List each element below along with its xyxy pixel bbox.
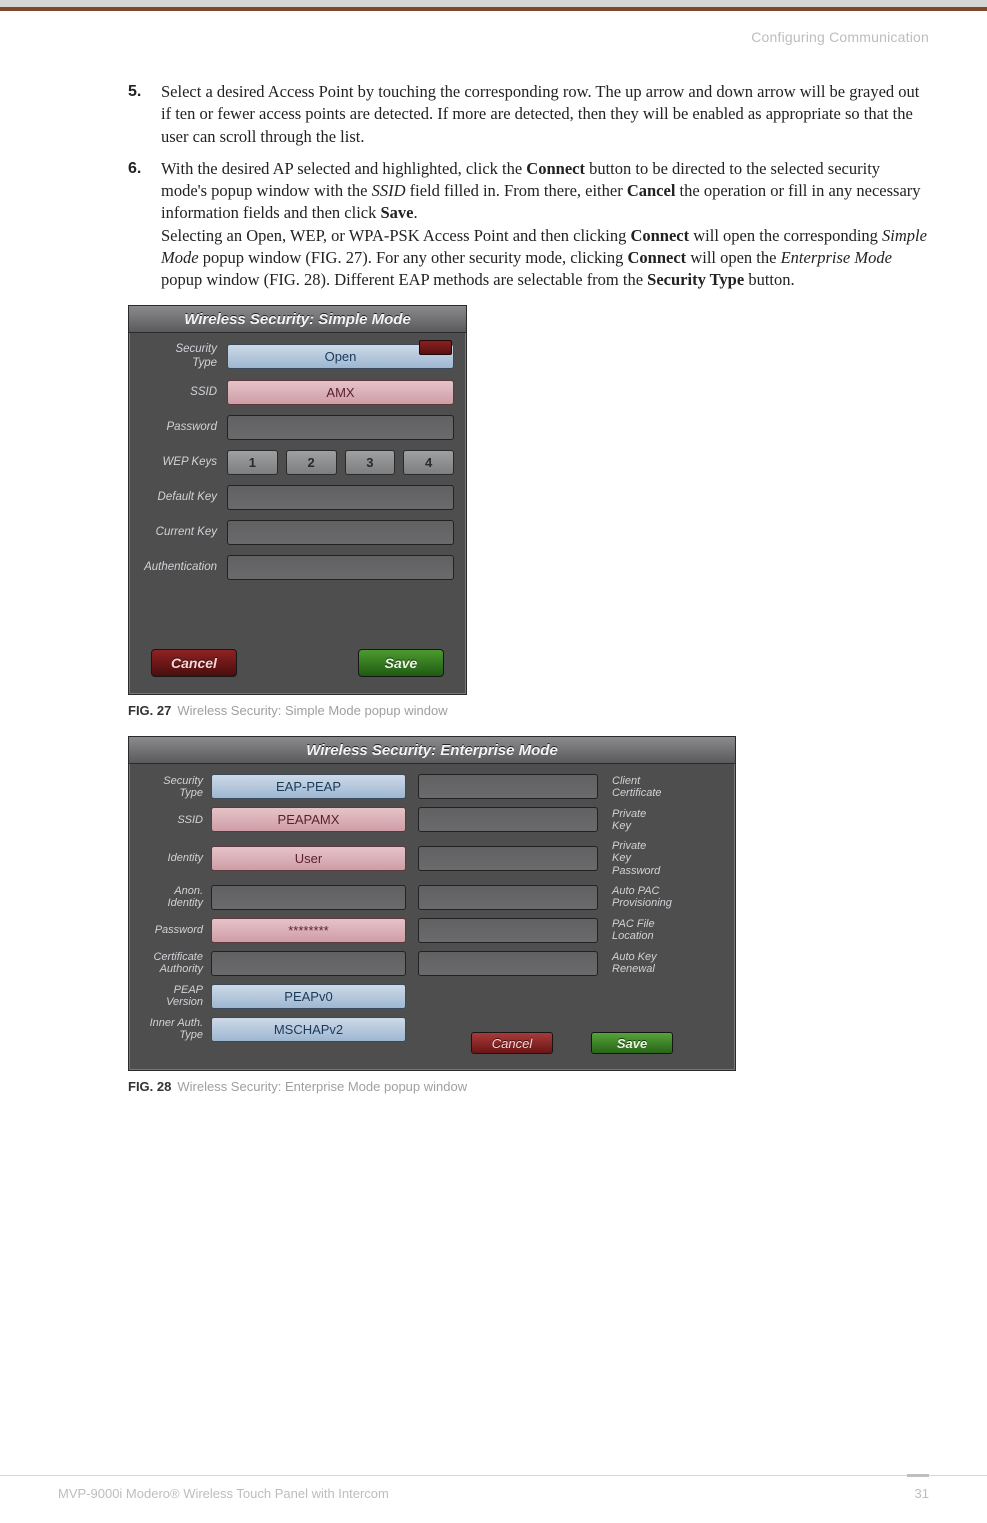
auto-pac-label: Auto PAC Provisioning [606, 885, 723, 909]
security-type-word: Security Type [647, 270, 744, 289]
default-key-field[interactable] [227, 485, 454, 510]
ssid-field[interactable]: AMX [227, 380, 454, 405]
wep-key-row: 1 2 3 4 [227, 450, 454, 475]
close-indicator[interactable] [419, 340, 452, 355]
page-content: Configuring Communication Select a desir… [0, 11, 987, 1094]
ent-ssid-field[interactable]: PEAPAMX [211, 807, 406, 832]
step-6-text-e: . [413, 203, 417, 222]
connect-word: Connect [526, 159, 585, 178]
cert-authority-field[interactable] [211, 951, 406, 976]
wep-key-2[interactable]: 2 [286, 450, 337, 475]
inner-auth-label: Inner Auth. Type [139, 1017, 211, 1041]
step-6-text-k: button. [744, 270, 794, 289]
step-5-text: Select a desired Access Point by touchin… [161, 82, 919, 146]
enterprise-mode-grid: Security Type EAP-PEAP Client Certificat… [129, 764, 735, 1041]
figure-28-caption-text: Wireless Security: Enterprise Mode popup… [177, 1079, 467, 1094]
simple-mode-panel: Wireless Security: Simple Mode Security … [128, 305, 467, 695]
enterprise-mode-buttons: Cancel Save [471, 1032, 673, 1054]
enterprise-mode-title: Wireless Security: Enterprise Mode [129, 737, 735, 764]
simple-mode-body: Security Type Open SSID AMX Password WEP… [129, 333, 466, 579]
ssid-label: SSID [141, 386, 227, 399]
figure-27-tag: FIG. 27 [128, 703, 171, 718]
cert-authority-label: Certificate Authority [139, 951, 211, 975]
simple-mode-title: Wireless Security: Simple Mode [129, 306, 466, 333]
auto-key-renewal-label: Auto Key Renewal [606, 951, 723, 975]
client-certificate-label: Client Certificate [606, 775, 723, 799]
ent-password-field[interactable]: ******** [211, 918, 406, 943]
private-key-field[interactable] [418, 807, 598, 832]
step-6-text-f: Selecting an Open, WEP, or WPA-PSK Acces… [161, 226, 630, 245]
ent-cancel-button[interactable]: Cancel [471, 1032, 553, 1054]
inner-auth-field[interactable]: MSCHAPv2 [211, 1017, 406, 1042]
pac-file-label: PAC File Location [606, 918, 723, 942]
password-label: Password [141, 421, 227, 434]
simple-mode-buttons: Cancel Save [129, 649, 466, 677]
connect-word-3: Connect [628, 248, 687, 267]
auto-key-renewal-field[interactable] [418, 951, 598, 976]
identity-field[interactable]: User [211, 846, 406, 871]
step-6-text-a: With the desired AP selected and highlig… [161, 159, 526, 178]
enterprise-mode-word: Enterprise Mode [781, 248, 892, 267]
ent-password-label: Password [139, 924, 211, 936]
instruction-list: Select a desired Access Point by touchin… [58, 81, 929, 291]
wep-keys-label: WEP Keys [141, 456, 227, 469]
private-key-label: Private Key [606, 808, 723, 832]
peap-version-label: PEAP Version [139, 984, 211, 1008]
step-6-text-c: field filled in. From there, either [406, 181, 627, 200]
ssid-word: SSID [372, 181, 406, 200]
identity-label: Identity [139, 852, 211, 864]
private-key-password-field[interactable] [418, 846, 598, 871]
figure-28-caption: FIG. 28 Wireless Security: Enterprise Mod… [128, 1079, 929, 1094]
current-key-field[interactable] [227, 520, 454, 545]
save-word: Save [380, 203, 413, 222]
page-top-rule [0, 0, 987, 11]
footer-left: MVP-9000i Modero® Wireless Touch Panel w… [58, 1486, 389, 1501]
auto-pac-field[interactable] [418, 885, 598, 910]
ent-ssid-label: SSID [139, 814, 211, 826]
page-number: 31 [915, 1486, 929, 1501]
ent-save-button[interactable]: Save [591, 1032, 673, 1054]
default-key-label: Default Key [141, 491, 227, 504]
private-key-password-label: Private Key Password [606, 840, 723, 876]
section-heading: Configuring Communication [58, 29, 929, 45]
step-6-text-j: popup window (FIG. 28). Different EAP me… [161, 270, 647, 289]
ent-security-type-field[interactable]: EAP-PEAP [211, 774, 406, 799]
figure-28-tag: FIG. 28 [128, 1079, 171, 1094]
enterprise-mode-panel: Wireless Security: Enterprise Mode Secur… [128, 736, 736, 1071]
figure-27-caption-text: Wireless Security: Simple Mode popup win… [177, 703, 447, 718]
figure-27-caption: FIG. 27 Wireless Security: Simple Mode po… [128, 703, 929, 718]
step-6: With the desired AP selected and highlig… [128, 158, 929, 292]
cancel-button[interactable]: Cancel [151, 649, 237, 677]
step-6-text-g: will open the corresponding [689, 226, 882, 245]
connect-word-2: Connect [630, 226, 689, 245]
current-key-label: Current Key [141, 526, 227, 539]
figure-28: Wireless Security: Enterprise Mode Secur… [128, 736, 929, 1094]
authentication-label: Authentication [141, 561, 227, 574]
wep-key-1[interactable]: 1 [227, 450, 278, 475]
step-5: Select a desired Access Point by touchin… [128, 81, 929, 148]
save-button[interactable]: Save [358, 649, 444, 677]
page-footer: MVP-9000i Modero® Wireless Touch Panel w… [0, 1475, 987, 1501]
ent-security-type-label: Security Type [139, 775, 211, 799]
footer-rule-accent [907, 1474, 929, 1477]
peap-version-field[interactable]: PEAPv0 [211, 984, 406, 1009]
anon-identity-label: Anon. Identity [139, 885, 211, 909]
anon-identity-field[interactable] [211, 885, 406, 910]
security-type-label: Security Type [141, 343, 227, 369]
password-field[interactable] [227, 415, 454, 440]
step-6-text-i: will open the [686, 248, 780, 267]
step-6-text-h: popup window (FIG. 27). For any other se… [199, 248, 628, 267]
pac-file-field[interactable] [418, 918, 598, 943]
authentication-field[interactable] [227, 555, 454, 580]
figure-27: Wireless Security: Simple Mode Security … [128, 305, 929, 718]
client-certificate-field[interactable] [418, 774, 598, 799]
wep-key-3[interactable]: 3 [345, 450, 396, 475]
wep-key-4[interactable]: 4 [403, 450, 454, 475]
cancel-word: Cancel [627, 181, 676, 200]
